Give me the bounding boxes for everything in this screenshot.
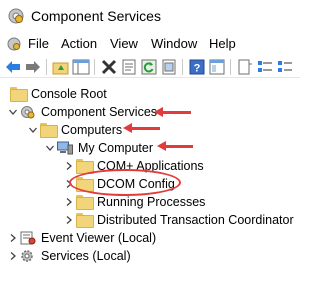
- tree-item-label: Distributed Transaction Coordinator: [97, 213, 294, 227]
- annotation-arrow-component-services: [154, 107, 191, 117]
- forward-icon[interactable]: [24, 58, 42, 76]
- delete-icon[interactable]: [100, 58, 118, 76]
- export-icon[interactable]: [160, 58, 178, 76]
- tree-item-my-computer[interactable]: My Computer: [45, 138, 153, 158]
- properties-icon[interactable]: [120, 58, 138, 76]
- toolbar-separator: [230, 59, 231, 75]
- folder-icon: [10, 87, 28, 102]
- tree-item-component-services[interactable]: Component Services: [8, 102, 157, 122]
- menu-file[interactable]: File: [28, 36, 49, 52]
- back-icon[interactable]: [4, 58, 22, 76]
- annotation-arrow-my-computer: [157, 141, 193, 151]
- event-viewer-icon: [20, 231, 36, 245]
- chevron-right-icon[interactable]: [64, 197, 74, 207]
- svg-text:?: ?: [194, 63, 201, 75]
- view-icon[interactable]: [236, 58, 254, 76]
- tree-item-label: Event Viewer (Local): [41, 231, 157, 245]
- component-services-icon: [21, 106, 35, 119]
- help-icon[interactable]: ?: [188, 58, 206, 76]
- chevron-right-icon[interactable]: [64, 215, 74, 225]
- chevron-right-icon[interactable]: [64, 161, 74, 171]
- window-title: Component Services: [31, 8, 161, 24]
- component-services-menu-icon[interactable]: [6, 36, 22, 52]
- tree-item-event-viewer[interactable]: Event Viewer (Local): [8, 228, 156, 248]
- tree-item-label: Running Processes: [97, 195, 206, 209]
- menu-action[interactable]: Action: [61, 36, 97, 52]
- tree-item-label: Services (Local): [41, 249, 131, 263]
- toolbar: ?: [0, 56, 300, 78]
- list-icon[interactable]: [256, 58, 274, 76]
- show-console-icon[interactable]: [208, 58, 226, 76]
- up-folder-icon[interactable]: [52, 58, 70, 76]
- chevron-down-icon[interactable]: [8, 107, 18, 117]
- title-bar: Component Services: [0, 0, 300, 32]
- chevron-down-icon[interactable]: [28, 125, 38, 135]
- menu-window[interactable]: Window: [151, 36, 197, 52]
- refresh-icon[interactable]: [140, 58, 158, 76]
- chevron-right-icon[interactable]: [8, 251, 18, 261]
- component-services-icon: [8, 8, 24, 24]
- chevron-down-icon[interactable]: [45, 143, 55, 153]
- folder-icon: [40, 123, 58, 138]
- computer-icon: [57, 141, 73, 155]
- details-icon[interactable]: [276, 58, 294, 76]
- show-hide-tree-icon[interactable]: [72, 58, 90, 76]
- menu-view[interactable]: View: [110, 36, 138, 52]
- toolbar-separator: [46, 59, 47, 75]
- toolbar-separator: [182, 59, 183, 75]
- tree-item-console-root[interactable]: Console Root: [8, 84, 107, 104]
- tree-item-distributed-transaction-coordinator[interactable]: Distributed Transaction Coordinator: [64, 210, 294, 230]
- annotation-arrow-computers: [123, 123, 160, 133]
- menu-help[interactable]: Help: [209, 36, 236, 52]
- tree-item-computers[interactable]: Computers: [28, 120, 122, 140]
- folder-icon: [76, 213, 94, 228]
- services-gear-icon: [21, 250, 33, 262]
- annotation-ellipse-dcom-config: [69, 169, 181, 196]
- tree-item-label: Console Root: [31, 87, 107, 101]
- folder-icon: [76, 195, 94, 210]
- menu-bar: File Action View Window Help: [0, 33, 300, 55]
- tree-item-label: Computers: [61, 123, 123, 137]
- chevron-right-icon[interactable]: [8, 233, 18, 243]
- tree-item-services[interactable]: Services (Local): [8, 246, 131, 266]
- toolbar-separator: [94, 59, 95, 75]
- tree-item-label: My Computer: [78, 141, 154, 155]
- tree-item-label: Component Services: [41, 105, 158, 119]
